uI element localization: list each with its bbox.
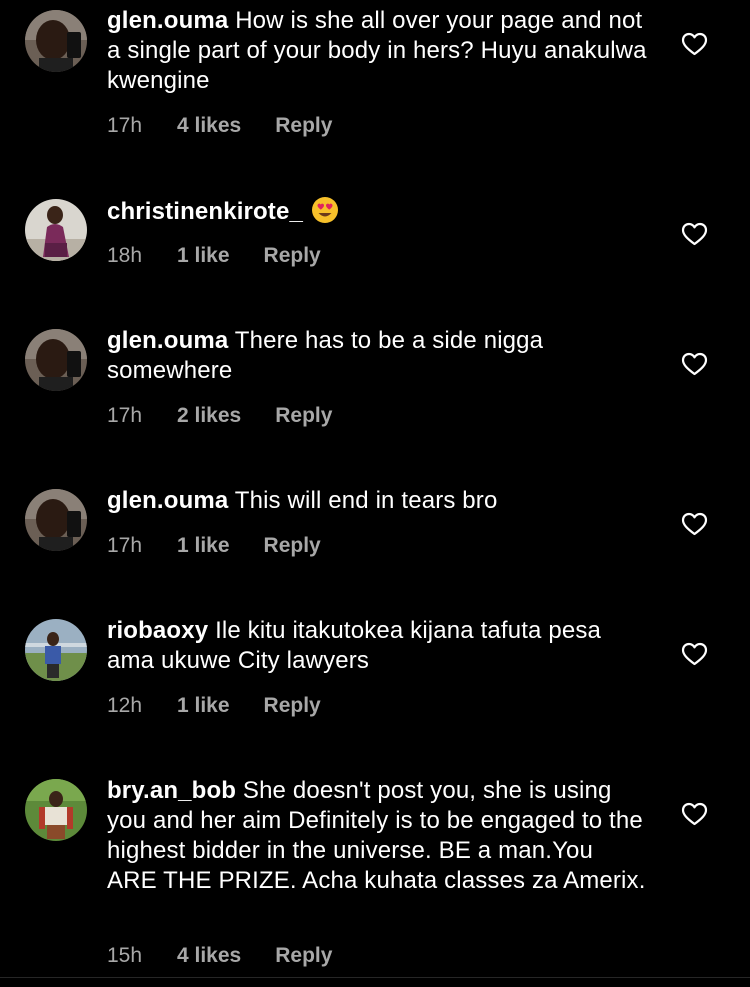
comment-timestamp: 15h	[107, 944, 143, 967]
reply-button[interactable]: Reply	[264, 533, 321, 559]
reply-button[interactable]: Reply	[275, 113, 332, 139]
comment-text: christinenkirote_	[107, 196, 647, 227]
comment-likes[interactable]: 1 like	[177, 243, 230, 269]
comment-likes[interactable]: 1 like	[177, 693, 230, 719]
comment-username[interactable]: christinenkirote_	[107, 198, 303, 225]
avatar[interactable]	[25, 10, 87, 72]
comment-username[interactable]: glen.ouma	[107, 7, 228, 34]
comment-timestamp: 17h	[107, 114, 143, 137]
comment-likes[interactable]: 1 like	[177, 533, 230, 559]
comment-username[interactable]: glen.ouma	[107, 327, 228, 354]
like-heart-icon[interactable]	[681, 32, 708, 56]
comment-timestamp: 18h	[107, 244, 143, 267]
comment-likes[interactable]: 4 likes	[177, 943, 241, 969]
avatar[interactable]	[25, 779, 87, 841]
avatar[interactable]	[25, 619, 87, 681]
comment-likes[interactable]: 2 likes	[177, 403, 241, 429]
like-heart-icon[interactable]	[681, 512, 708, 536]
heart-eyes-emoji-icon	[311, 197, 338, 223]
like-heart-icon[interactable]	[681, 222, 708, 246]
comment-timestamp: 17h	[107, 534, 143, 557]
reply-button[interactable]: Reply	[264, 243, 321, 269]
divider	[0, 977, 750, 978]
reply-button[interactable]: Reply	[264, 693, 321, 719]
reply-button[interactable]: Reply	[275, 943, 332, 969]
like-heart-icon[interactable]	[681, 352, 708, 376]
avatar[interactable]	[25, 329, 87, 391]
comment-username[interactable]: riobaoxy	[107, 617, 208, 644]
like-heart-icon[interactable]	[681, 642, 708, 666]
comment-body: This will end in tears bro	[234, 487, 498, 514]
comment-timestamp: 12h	[107, 694, 143, 717]
comment-meta: 17h 4 likes Reply	[107, 113, 332, 139]
comment-likes[interactable]: 4 likes	[177, 113, 241, 139]
avatar[interactable]	[25, 489, 87, 551]
comment-username[interactable]: bry.an_bob	[107, 777, 236, 804]
comment-meta: 15h 4 likes Reply	[107, 943, 332, 969]
comment-text: glen.ouma This will end in tears bro	[107, 486, 647, 516]
comment-username[interactable]: glen.ouma	[107, 487, 228, 514]
comment-meta: 17h 2 likes Reply	[107, 403, 332, 429]
comment-meta: 17h 1 like Reply	[107, 533, 321, 559]
comment-meta: 12h 1 like Reply	[107, 693, 321, 719]
comment-text: glen.ouma How is she all over your page …	[107, 6, 647, 96]
like-heart-icon[interactable]	[681, 802, 708, 826]
reply-button[interactable]: Reply	[275, 403, 332, 429]
avatar[interactable]	[25, 199, 87, 261]
comment-timestamp: 17h	[107, 404, 143, 427]
comment-text: glen.ouma There has to be a side nigga s…	[107, 326, 647, 386]
comment-text: riobaoxy Ile kitu itakutokea kijana tafu…	[107, 616, 647, 676]
comment-meta: 18h 1 like Reply	[107, 243, 321, 269]
comment-text: bry.an_bob She doesn't post you, she is …	[107, 776, 647, 896]
